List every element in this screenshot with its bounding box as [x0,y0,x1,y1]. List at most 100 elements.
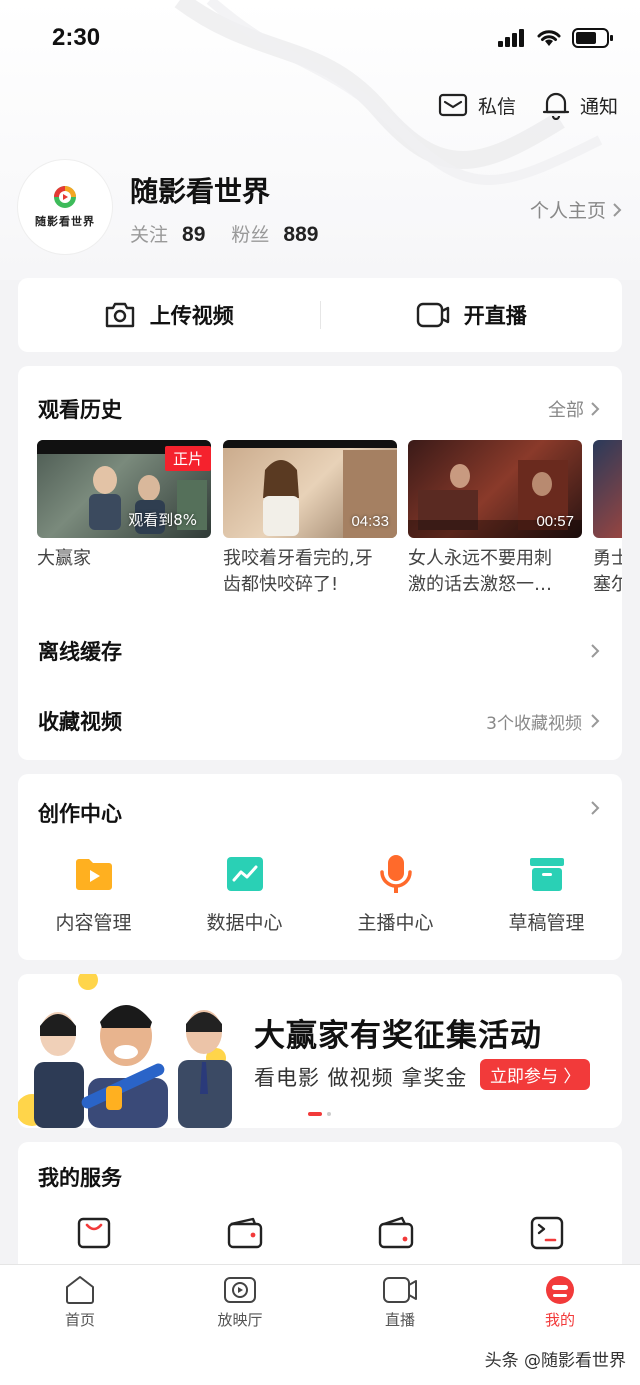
notifications-button[interactable]: 通知 [542,90,618,120]
creation-more-link[interactable] [590,800,600,816]
video-duration: 04:33 [351,513,389,530]
wifi-icon [537,30,561,46]
video-duration: 00:57 [536,513,574,530]
status-bar: 2:30 [0,0,640,76]
creation-center-card: 创作中心 内容管理 数据中心 主播中心 草稿管理 [18,774,622,960]
bell-icon [542,92,570,120]
go-live-button[interactable]: 开直播 [321,300,623,330]
service-item[interactable] [320,1216,471,1250]
profile-icon [546,1276,574,1304]
signal-icon [498,29,524,47]
go-live-label: 开直播 [463,304,527,328]
profile-section: 随影看世界 随影看世界 关注 89 粉丝 889 个人主页 [18,160,622,256]
video-thumbnail: 04:33 [223,440,397,538]
services-card: 我的服务 [18,1142,622,1282]
profile-name: 随影看世界 [130,175,271,208]
avatar-text: 随影看世界 [35,215,95,228]
favorites-title: 收藏视频 [38,710,122,734]
following-count[interactable]: 89 [182,223,205,247]
video-title: 女人永远不要用刺激的话去激怒一… [408,548,552,595]
video-title: 我咬着牙看完的,牙齿都快咬碎了! [223,548,373,595]
draft-management-button[interactable]: 草稿管理 [471,854,622,935]
promo-banner[interactable]: 大赢家有奖征集活动 看电影 做视频 拿奖金 立即参与 〉 [18,974,622,1128]
history-item[interactable]: 正片 观看到8% 大赢家 [37,440,211,598]
carousel-dot-active [308,1112,322,1116]
bottom-tab-bar: 首页 放映厅 直播 我的 头条 @随影看世界 [0,1264,640,1385]
tab-live-label: 直播 [384,1311,415,1329]
tab-home[interactable]: 首页 [0,1265,160,1335]
wallet-alt-icon [378,1216,413,1249]
creation-title: 创作中心 [38,802,122,826]
offline-cache-row[interactable]: 离线缓存 [38,626,600,676]
carousel-indicator [308,1112,331,1116]
live-camera-icon [383,1277,417,1303]
archive-box-icon [529,858,564,891]
service-item[interactable] [169,1216,320,1250]
history-all-label: 全部 [548,400,584,421]
services-title: 我的服务 [38,1166,122,1190]
following-label[interactable]: 关注 [130,220,168,247]
play-screen-icon [224,1277,256,1303]
history-all-link[interactable]: 全部 [548,396,600,422]
chevron-right-icon [591,801,600,815]
watermark: 头条 @随影看世界 [484,1351,626,1371]
messages-button[interactable]: 私信 [438,92,516,119]
tab-live[interactable]: 直播 [320,1265,480,1335]
chevron-right-icon [613,202,622,217]
avatar[interactable]: 随影看世界 [18,160,112,254]
header-actions: 私信 通知 [438,90,618,120]
service-item[interactable] [18,1216,169,1250]
mail-icon [438,93,468,117]
chart-icon [226,857,263,891]
microphone-icon [379,855,412,893]
join-now-button[interactable]: 立即参与 〉 [480,1059,591,1090]
tab-theater-label: 放映厅 [217,1311,263,1329]
video-title: 大赢家 [37,548,91,569]
creation-grid: 内容管理 数据中心 主播中心 草稿管理 [18,854,622,935]
shopping-bag-icon [77,1217,110,1249]
action-card: 上传视频 开直播 [18,278,622,352]
data-center-label: 数据中心 [206,912,283,934]
video-thumbnail: 正片 观看到8% [37,440,211,538]
status-time: 2:30 [52,24,101,51]
banner-title: 大赢家有奖征集活动 [254,1018,542,1054]
data-center-button[interactable]: 数据中心 [169,854,320,935]
messages-label: 私信 [477,95,516,118]
upload-video-label: 上传视频 [149,304,234,328]
video-thumbnail: 00:57 [408,440,582,538]
video-tag: 正片 [164,446,211,471]
home-icon [66,1276,94,1304]
content-management-button[interactable]: 内容管理 [18,854,169,935]
service-item[interactable] [471,1216,622,1250]
tab-theater[interactable]: 放映厅 [160,1265,320,1335]
chevron-right-icon [591,714,600,728]
tab-home-label: 首页 [64,1311,95,1329]
video-title: 勇士塞尔 [593,548,622,595]
content-management-label: 内容管理 [55,912,132,934]
anchor-center-button[interactable]: 主播中心 [320,854,471,935]
carousel-dot [327,1112,331,1116]
tab-profile[interactable]: 我的 [480,1265,640,1335]
services-grid [18,1216,622,1250]
fans-count[interactable]: 889 [283,223,318,247]
favorites-count: 3个收藏视频 [486,713,582,734]
history-item[interactable]: 勇士塞尔 [593,440,622,598]
wallet-icon [227,1217,262,1249]
chevron-right-icon [591,402,600,416]
history-item[interactable]: 04:33 我咬着牙看完的,牙齿都快咬碎了! [223,440,397,598]
draft-management-label: 草稿管理 [508,912,585,934]
homepage-label: 个人主页 [529,200,606,222]
history-card: 观看历史 全部 正片 观看到8% 大赢家 04:33 我咬着牙看完的,牙齿都快咬… [18,366,622,760]
notifications-label: 通知 [579,95,618,118]
battery-icon [572,28,613,48]
upload-video-button[interactable]: 上传视频 [18,300,320,330]
history-item[interactable]: 00:57 女人永远不要用刺激的话去激怒一… [408,440,582,598]
favorites-row[interactable]: 收藏视频 3个收藏视频 [38,696,600,746]
banner-subtitle: 看电影 做视频 拿奖金 [254,1066,468,1090]
homepage-link[interactable]: 个人主页 [530,196,622,223]
profile-stats: 关注 89 粉丝 889 [130,220,344,247]
video-thumbnail [593,440,622,538]
history-list: 正片 观看到8% 大赢家 04:33 我咬着牙看完的,牙齿都快咬碎了! 00:5… [37,440,622,610]
fans-label[interactable]: 粉丝 [231,220,269,247]
watch-progress: 观看到8% [128,511,197,529]
